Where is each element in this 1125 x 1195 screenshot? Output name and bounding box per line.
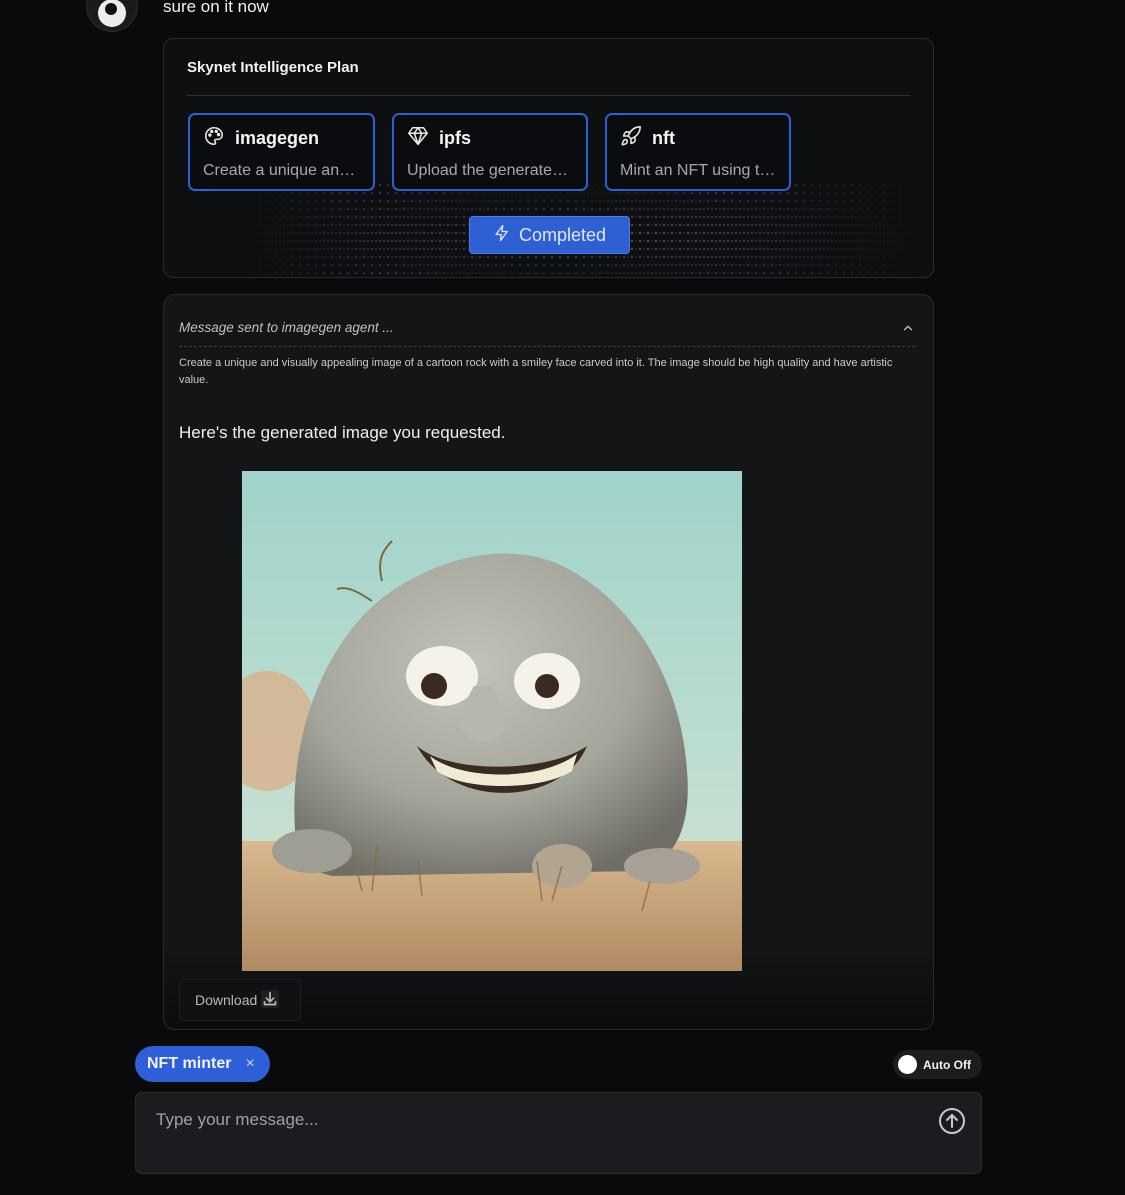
agent-card-ipfs[interactable]: ipfs Upload the generated image to IPFS (392, 113, 588, 191)
agent-name: ipfs (439, 128, 472, 148)
completed-label: Completed (518, 224, 607, 245)
toggle-knob (898, 1055, 917, 1074)
message-body: Create a unique and visually appealing i… (179, 357, 893, 386)
download-label: Download (195, 992, 258, 1008)
generated-image[interactable] (242, 471, 742, 971)
download-icon (259, 988, 281, 1013)
assistant-avatar (86, 0, 138, 32)
agent-description: Mint an NFT using the uploaded image (620, 162, 776, 179)
agent-message-card: Message sent to imagegen agent ... Creat… (163, 294, 934, 1030)
lightning-icon (493, 224, 511, 247)
agent-card-imagegen[interactable]: imagegen Create a unique and visually ap… (188, 113, 375, 191)
agent-description: Create a unique and visually appealing i… (203, 162, 360, 179)
send-arrow-icon[interactable] (938, 1107, 966, 1135)
plan-divider (187, 95, 910, 96)
gem-icon (407, 125, 429, 152)
close-icon[interactable]: × (245, 1055, 254, 1073)
agent-card-nft[interactable]: nft Mint an NFT using the uploaded image (605, 113, 791, 191)
rocket-icon (620, 125, 642, 152)
message-header[interactable]: Message sent to imagegen agent ... (179, 319, 915, 347)
auto-toggle-label: Auto Off (923, 1057, 971, 1072)
message-composer (135, 1092, 982, 1174)
message-header-text: Message sent to imagegen agent ... (179, 320, 394, 335)
auto-toggle[interactable]: Auto Off (893, 1050, 982, 1079)
agent-chip-nft-minter[interactable]: NFT minter × (135, 1046, 270, 1082)
chevron-up-icon[interactable] (901, 321, 915, 335)
agent-name: imagegen (235, 128, 320, 148)
palette-icon (203, 125, 225, 152)
download-button[interactable]: Download (179, 979, 301, 1021)
message-input[interactable] (156, 1107, 916, 1133)
previous-message-text: sure on it now (163, 0, 269, 16)
plan-title: Skynet Intelligence Plan (187, 59, 359, 76)
response-text: Here's the generated image you requested… (179, 423, 506, 442)
completed-status-button[interactable]: Completed (469, 216, 630, 254)
plan-card: Skynet Intelligence Plan imagegen Create… (163, 38, 934, 278)
chip-label: NFT minter (147, 1055, 232, 1072)
agent-name: nft (652, 128, 675, 148)
agent-description: Upload the generated image to IPFS (407, 162, 573, 179)
